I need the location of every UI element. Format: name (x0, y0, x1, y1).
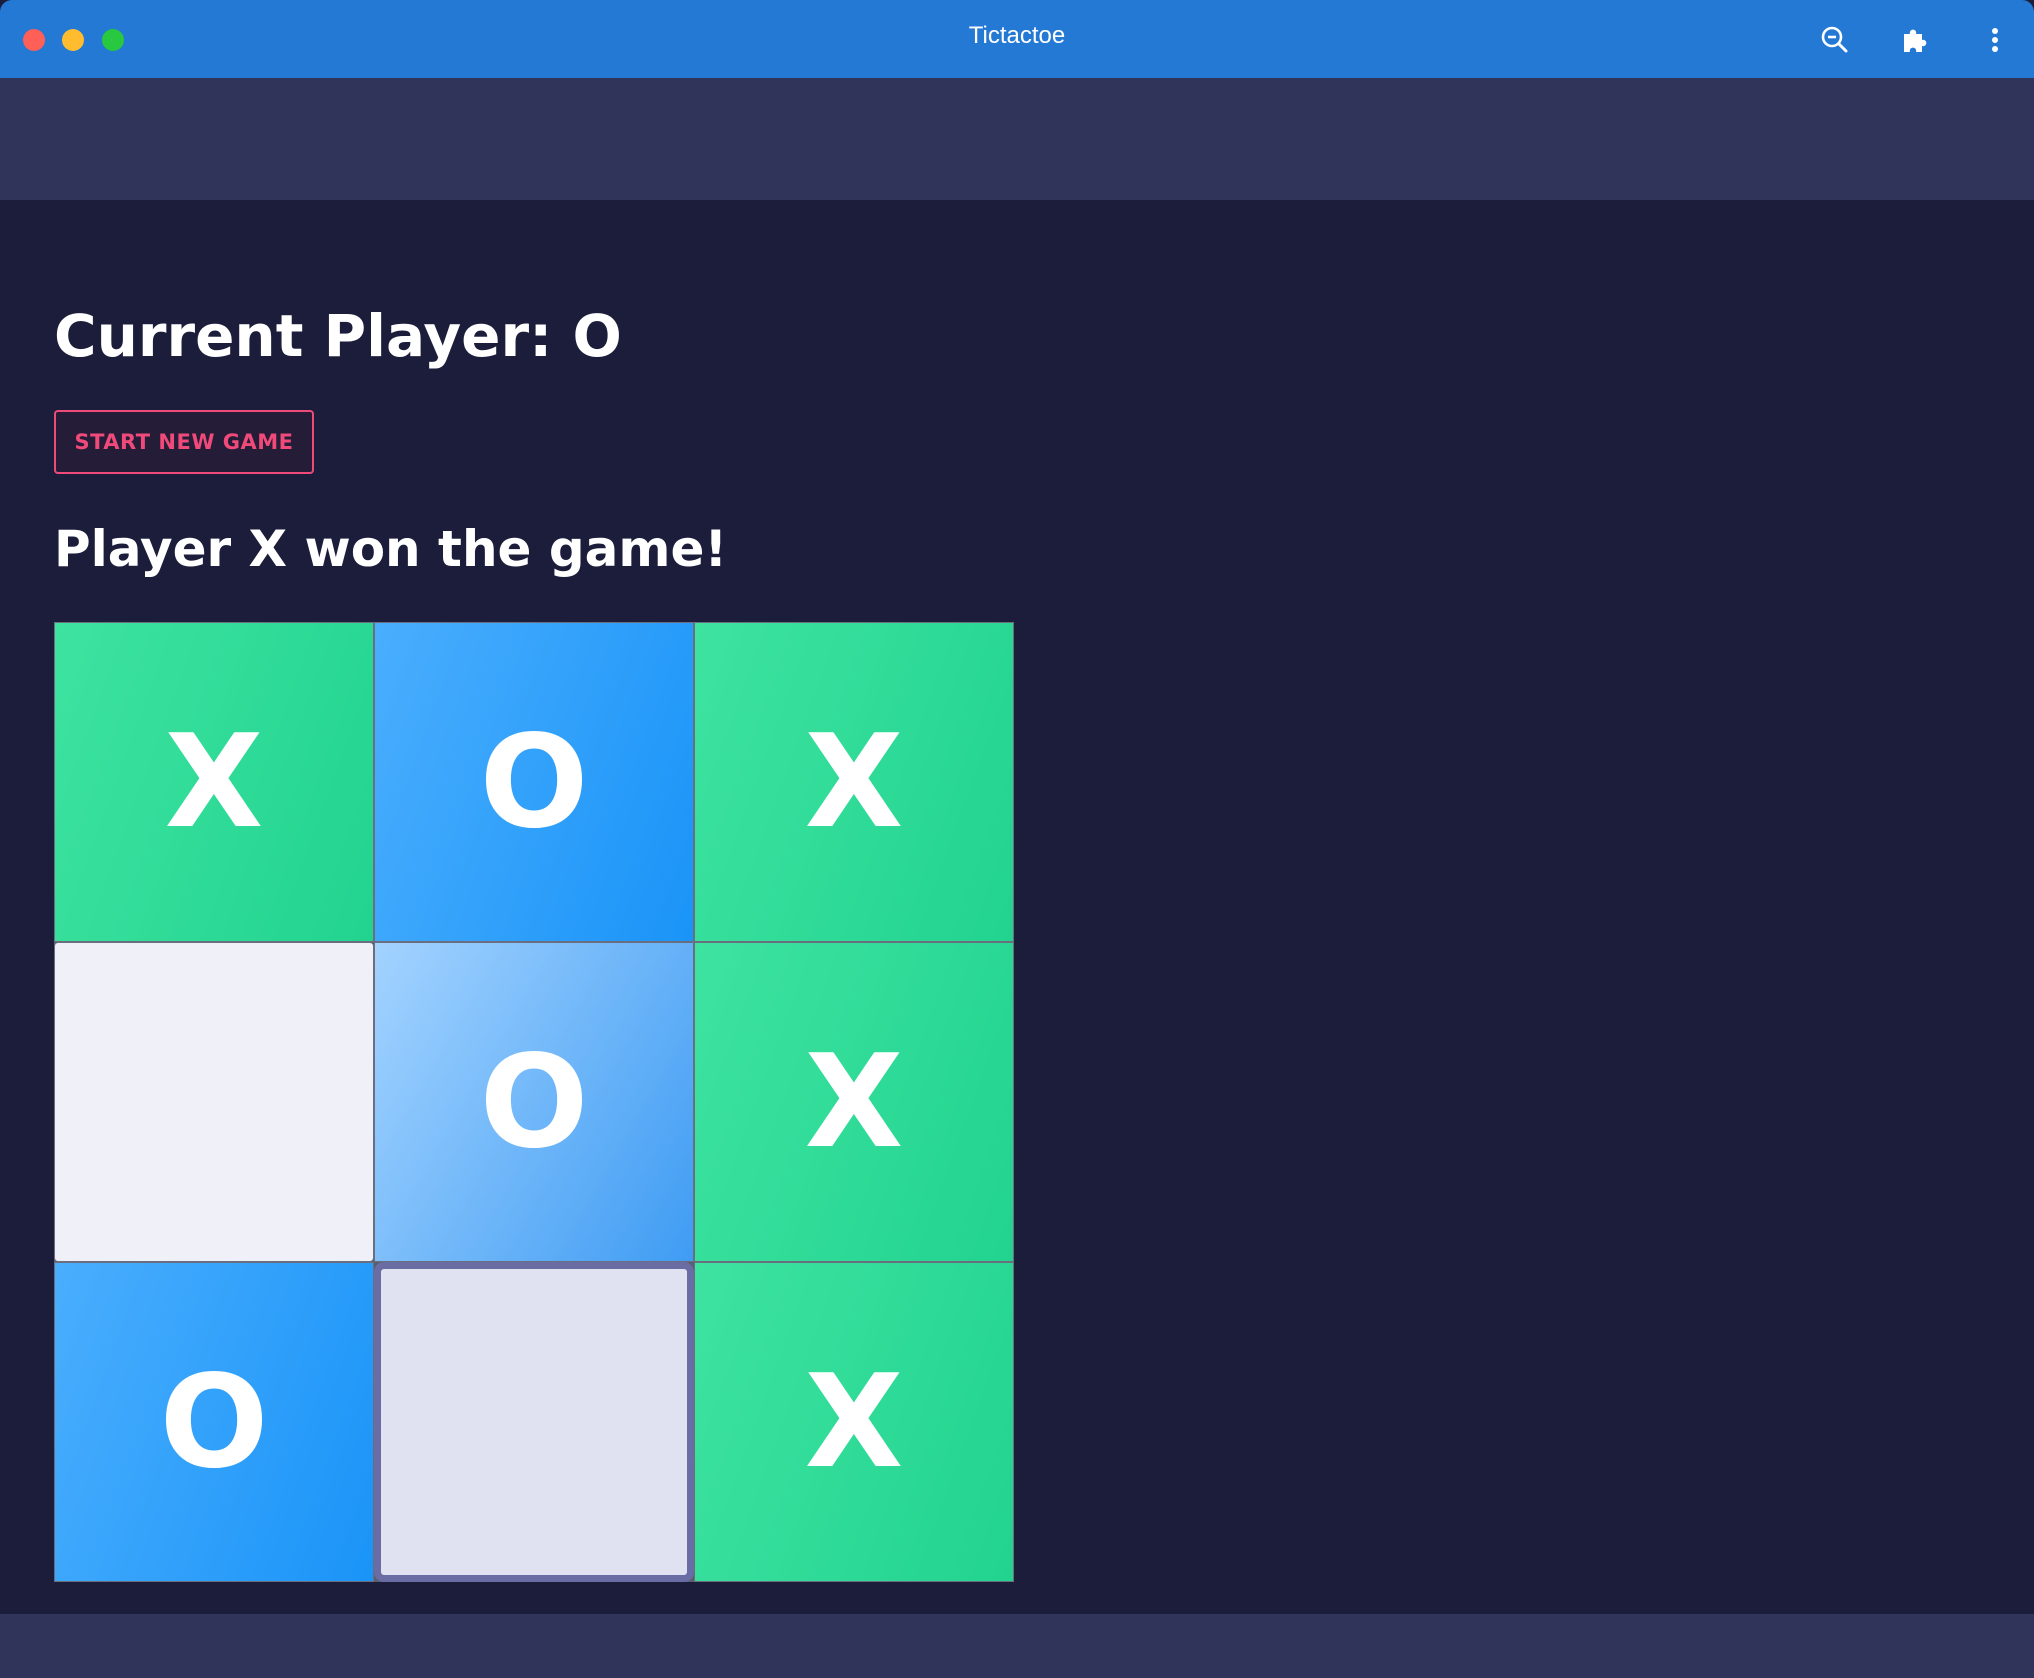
app-window: Tictactoe Current Player: O START NEW GA… (0, 0, 2034, 1678)
board-cell-0-0[interactable]: X (54, 622, 374, 942)
zoom-out-icon[interactable] (1815, 20, 1855, 60)
board-cell-2-0[interactable]: O (54, 1262, 374, 1582)
board-cell-0-1[interactable]: O (374, 622, 694, 942)
board-cell-1-0[interactable] (54, 942, 374, 1262)
game-status-message: Player X won the game! (54, 520, 728, 578)
board-cell-1-1[interactable]: O (374, 942, 694, 1262)
app-header (0, 78, 2034, 200)
window-title: Tictactoe (968, 22, 1066, 49)
start-new-game-button[interactable]: START NEW GAME (54, 410, 314, 474)
app-footer (0, 1614, 2034, 1678)
current-player-heading: Current Player: O (54, 302, 622, 370)
board-cell-0-2[interactable]: X (694, 622, 1014, 942)
puzzle-extension-icon[interactable] (1895, 20, 1935, 60)
board-cell-1-2[interactable]: X (694, 942, 1014, 1262)
board-cell-2-2[interactable]: X (694, 1262, 1014, 1582)
game-board: X O X O X O X (54, 622, 1014, 1582)
more-vertical-icon[interactable] (1975, 20, 2015, 60)
board-cell-2-1[interactable] (374, 1262, 694, 1582)
title-bar: Tictactoe (0, 0, 2034, 78)
